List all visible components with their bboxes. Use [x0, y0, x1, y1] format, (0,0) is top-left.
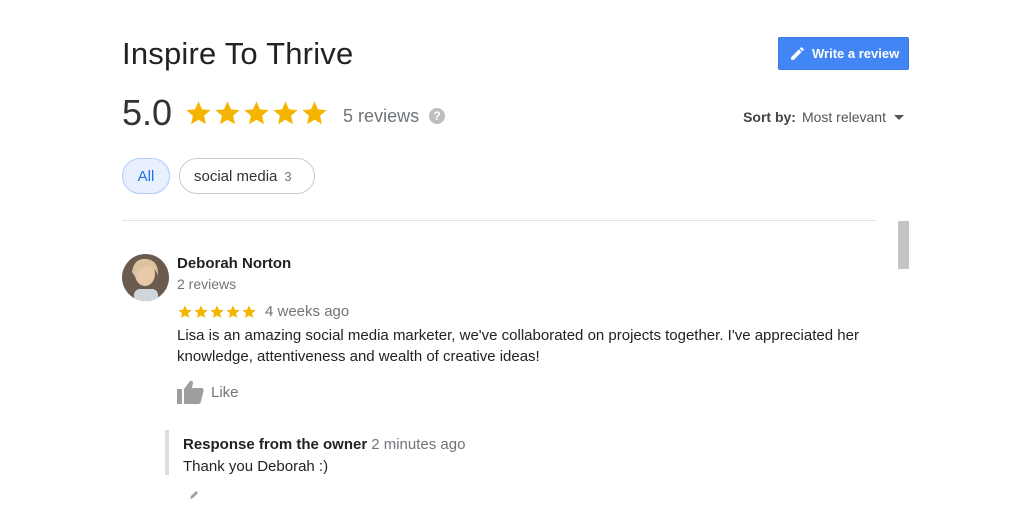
star-icon [244, 100, 269, 124]
owner-response-header: Response from the owner 2 minutes ago [183, 436, 465, 453]
filter-chip-all[interactable]: All [122, 158, 170, 194]
owner-response-time: 2 minutes ago [371, 436, 466, 453]
star-icon [186, 100, 211, 124]
sort-dropdown[interactable]: Sort by: Most relevant [743, 109, 904, 125]
chevron-down-icon [894, 114, 904, 120]
edit-icon[interactable] [188, 490, 200, 500]
review-count[interactable]: 5 reviews [343, 106, 419, 127]
star-icon [226, 304, 240, 318]
owner-response-bar [165, 430, 169, 475]
write-review-label: Write a review [812, 46, 900, 61]
star-icon [273, 100, 298, 124]
review-rating: 4 weeks ago [177, 303, 349, 320]
star-icon [210, 304, 224, 318]
star-icon [242, 304, 256, 318]
star-icon [178, 304, 192, 318]
divider [122, 220, 876, 221]
avatar[interactable] [122, 254, 169, 301]
filter-chip-social-media[interactable]: social media 3 [179, 158, 315, 194]
scrollbar-thumb[interactable] [898, 221, 909, 269]
star-icon [302, 100, 327, 124]
rating-stars [184, 99, 329, 128]
review-stars [177, 304, 257, 320]
pencil-icon [791, 47, 804, 60]
owner-response-title: Response from the owner [183, 436, 368, 453]
star-icon [194, 304, 208, 318]
reviewer-review-count: 2 reviews [177, 276, 237, 292]
like-button[interactable]: Like [177, 380, 239, 404]
owner-response-text: Thank you Deborah :) [183, 458, 329, 475]
reviewer-name[interactable]: Deborah Norton [177, 255, 291, 272]
review-time: 4 weeks ago [265, 303, 350, 320]
rating-summary: 5.0 5 reviews ? [122, 92, 446, 134]
help-icon[interactable]: ? [429, 108, 446, 124]
review-text: Lisa is an amazing social media marketer… [177, 327, 859, 365]
filter-chip-all-label: All [137, 167, 155, 185]
rating-value: 5.0 [122, 92, 173, 133]
thumbs-up-icon [177, 380, 204, 404]
business-title: Inspire To Thrive [122, 36, 354, 71]
star-icon [215, 100, 240, 124]
write-review-button[interactable]: Write a review [778, 37, 909, 70]
filter-chip-label: social media [194, 167, 278, 185]
sort-value: Most relevant [801, 109, 886, 125]
filter-chip-count: 3 [284, 168, 292, 184]
sort-label: Sort by: [743, 109, 796, 125]
like-label: Like [211, 383, 239, 401]
